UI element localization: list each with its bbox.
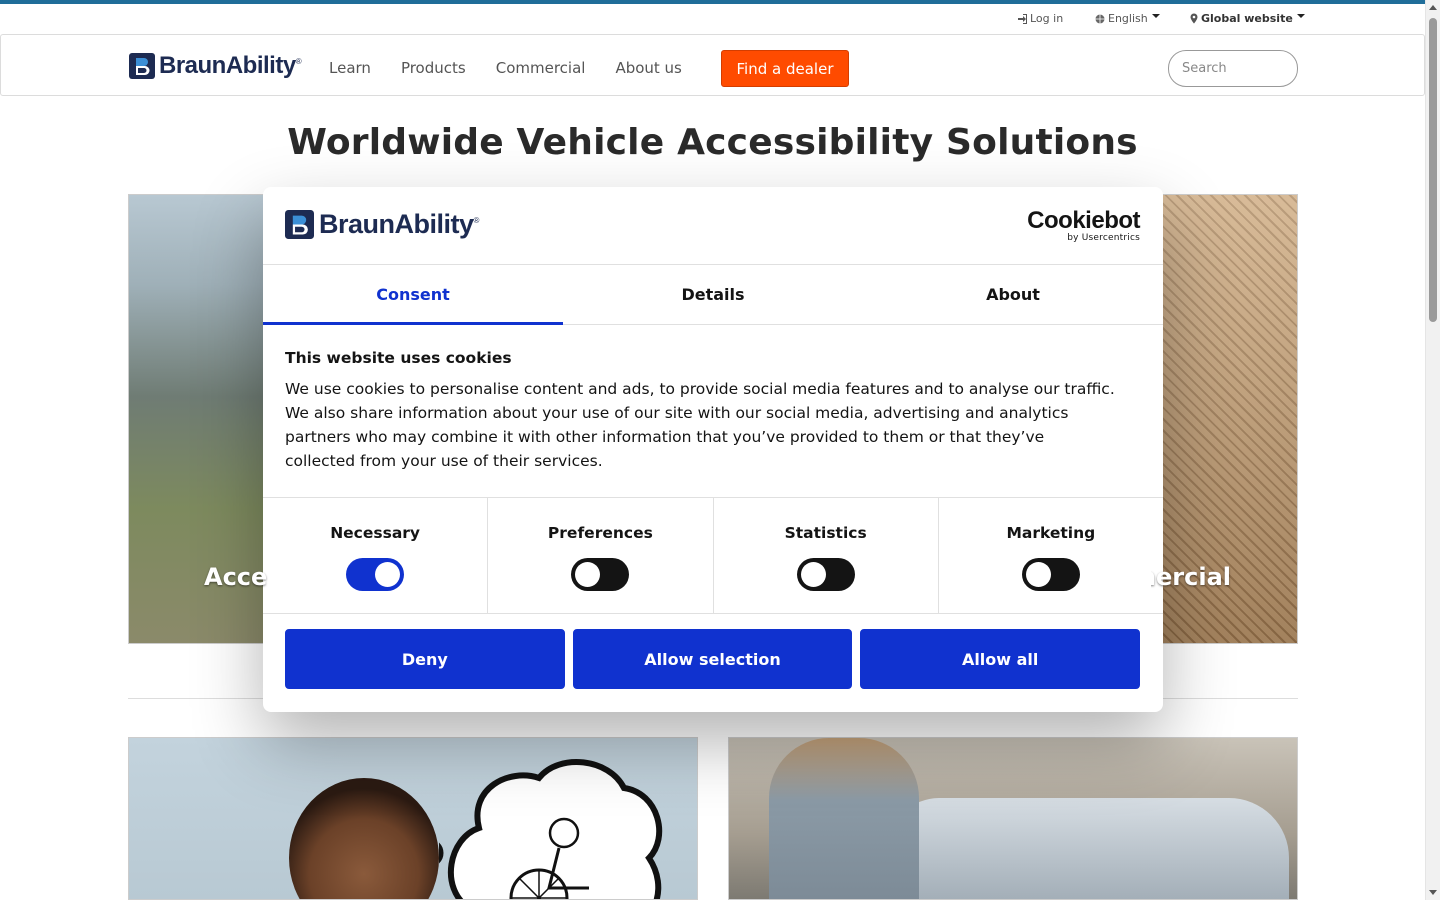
consent-heading: This website uses cookies	[285, 349, 512, 367]
tab-details[interactable]: Details	[563, 265, 863, 324]
brand-logo[interactable]: BraunAbility®	[129, 52, 302, 80]
scroll-up-arrow-icon[interactable]	[1429, 5, 1437, 10]
switch-knob	[575, 562, 601, 587]
scroll-down-arrow-icon[interactable]	[1429, 890, 1437, 895]
marketing-switch[interactable]	[1021, 558, 1080, 591]
toggle-necessary: Necessary	[263, 498, 489, 613]
find-dealer-button[interactable]: Find a dealer	[721, 50, 849, 87]
vehicle-card[interactable]	[728, 737, 1298, 900]
search-input[interactable]	[1168, 50, 1298, 87]
tile-caption: Acce	[204, 563, 268, 591]
switch-knob	[1025, 562, 1051, 587]
switch-knob	[375, 562, 401, 587]
login-link[interactable]: Log in	[1017, 12, 1063, 25]
thinking-person-card[interactable]	[128, 737, 698, 900]
login-icon	[1018, 13, 1027, 24]
toggle-marketing: Marketing	[939, 498, 1163, 613]
dialog-header: BraunAbility® Cookiebot by Usercentrics	[263, 187, 1163, 265]
allow-all-button[interactable]: Allow all	[860, 629, 1141, 689]
person-photo	[289, 778, 439, 899]
dialog-brand-name: BraunAbility®	[319, 209, 479, 239]
tile-caption: mercial	[1151, 563, 1231, 591]
cookiebot-sub: by Usercentrics	[1067, 233, 1140, 243]
toggle-label: Statistics	[784, 524, 867, 542]
dialog-brand-logo: BraunAbility®	[285, 209, 479, 240]
top-accent-line	[0, 0, 1425, 4]
chevron-down-icon	[1296, 13, 1305, 18]
accessibility-tile[interactable]: Acce	[128, 194, 278, 644]
braunability-logo-icon	[129, 53, 155, 79]
cookie-consent-dialog: BraunAbility® Cookiebot by Usercentrics …	[263, 187, 1163, 712]
region-label: Global website	[1201, 12, 1293, 25]
toggle-preferences: Preferences	[488, 498, 714, 613]
preferences-switch[interactable]	[571, 558, 630, 591]
toggle-statistics: Statistics	[714, 498, 939, 613]
chevron-down-icon	[1151, 13, 1160, 18]
toggle-label: Preferences	[547, 524, 653, 542]
nav-item-commercial[interactable]: Commercial	[496, 59, 586, 77]
necessary-switch[interactable]	[346, 558, 405, 591]
nav-item-about-us[interactable]: About us	[615, 59, 681, 77]
person-photo	[769, 738, 919, 899]
globe-icon	[1095, 14, 1105, 23]
vehicle-photo	[889, 798, 1289, 899]
consent-description: We use cookies to personalise content an…	[285, 380, 1115, 470]
login-label: Log in	[1030, 12, 1064, 25]
dialog-actions: Deny Allow selection Allow all	[285, 629, 1141, 689]
switch-knob	[800, 562, 826, 587]
cookiebot-name: Cookiebot	[1027, 207, 1140, 234]
page-title: Worldwide Vehicle Accessibility Solution…	[287, 122, 1138, 163]
cookiebot-logo[interactable]: Cookiebot by Usercentrics	[1027, 207, 1140, 244]
region-dropdown[interactable]: Global website	[1190, 12, 1305, 25]
allow-selection-button[interactable]: Allow selection	[572, 629, 853, 689]
nav-item-products[interactable]: Products	[401, 59, 466, 77]
main-navbar: BraunAbility® Learn Products Commercial …	[0, 34, 1425, 96]
braunability-logo-icon	[285, 210, 314, 239]
page-scrollbar[interactable]	[1425, 0, 1440, 900]
nav-item-learn[interactable]: Learn	[329, 59, 371, 77]
scrollbar-thumb[interactable]	[1429, 18, 1437, 322]
tab-about[interactable]: About	[863, 265, 1163, 324]
brand-name: BraunAbility®	[159, 52, 302, 79]
deny-button[interactable]: Deny	[285, 629, 565, 689]
toggle-label: Marketing	[1006, 524, 1096, 542]
thought-bubble-wheelchair-icon	[439, 759, 663, 899]
toggle-label: Necessary	[330, 524, 421, 542]
dialog-tabs: Consent Details About	[263, 265, 1163, 325]
statistics-switch[interactable]	[796, 558, 855, 591]
commercial-tile[interactable]: mercial	[1150, 194, 1298, 644]
tab-consent[interactable]: Consent	[263, 265, 563, 325]
map-pin-icon	[1190, 13, 1198, 24]
language-label: English	[1108, 12, 1148, 25]
cookie-category-toggles: Necessary Preferences Statistics Marketi…	[263, 497, 1163, 614]
primary-nav: Learn Products Commercial About us	[329, 59, 682, 77]
utility-bar: Log in English Global website	[0, 10, 1425, 28]
language-dropdown[interactable]: English	[1095, 12, 1160, 25]
